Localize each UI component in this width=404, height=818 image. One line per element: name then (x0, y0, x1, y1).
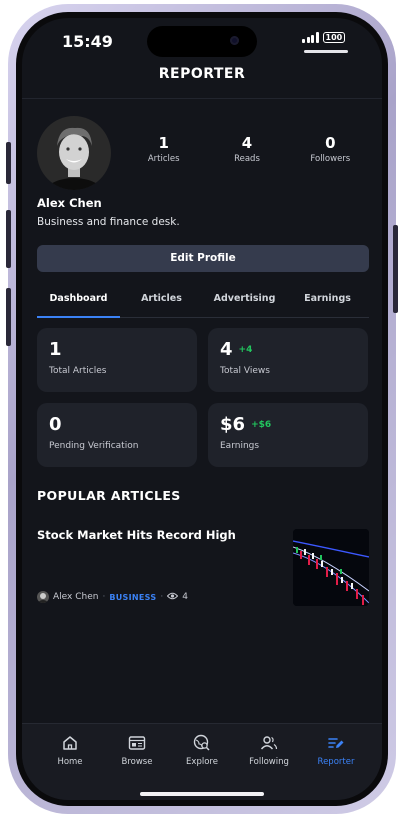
nav-label: Following (249, 757, 289, 767)
nav-following[interactable]: Following (233, 732, 305, 767)
card-label: Pending Verification (49, 441, 139, 451)
power-button (393, 225, 398, 313)
tab-dashboard[interactable]: Dashboard (37, 293, 120, 318)
dynamic-island (147, 26, 257, 57)
reporter-icon (300, 732, 372, 754)
volume-up-button (6, 210, 11, 268)
nav-reporter[interactable]: Reporter (300, 732, 372, 767)
avatar[interactable] (37, 116, 111, 190)
nav-browse[interactable]: Browse (101, 732, 173, 767)
stat-followers[interactable]: 0 Followers (289, 134, 372, 164)
status-time: 15:49 (62, 32, 113, 51)
status-indicators: 100 (302, 32, 346, 43)
following-icon (233, 732, 305, 754)
tab-advertising[interactable]: Advertising (203, 293, 286, 317)
card-delta: +$6 (251, 420, 272, 430)
volume-down-button (6, 288, 11, 346)
stat-card-pending-verification[interactable]: 0 Pending Verification (37, 403, 197, 467)
tab-bar: Dashboard Articles Advertising Earnings (37, 293, 369, 318)
card-delta: +4 (238, 345, 253, 355)
tab-earnings[interactable]: Earnings (286, 293, 369, 317)
page-title: REPORTER (158, 66, 246, 82)
article-meta: Alex Chen · BUSINESS · 4 (37, 591, 188, 603)
stat-label: Reads (234, 154, 260, 164)
nav-label: Home (57, 757, 83, 767)
stat-label: Followers (310, 154, 351, 164)
edit-profile-button[interactable]: Edit Profile (37, 245, 369, 272)
stock-chart-image (293, 529, 369, 606)
card-label: Total Articles (49, 366, 107, 376)
signal-icon (302, 32, 319, 43)
app-screen: 15:49 100 REPORTER 1 Articles 4 Reads 0 … (22, 18, 382, 800)
card-value: 4 (220, 339, 233, 360)
article-views: 4 (182, 592, 188, 602)
card-value: 1 (49, 339, 62, 360)
stat-label: Articles (147, 154, 180, 164)
article-title[interactable]: Stock Market Hits Record High (37, 528, 257, 543)
tab-articles[interactable]: Articles (120, 293, 203, 317)
nav-label: Reporter (317, 757, 355, 767)
explore-icon (166, 732, 238, 754)
stat-value: 1 (158, 134, 169, 152)
browse-icon (101, 732, 173, 754)
article-author[interactable]: Alex Chen (53, 592, 98, 602)
card-value: $6 (220, 414, 246, 435)
profile-bio: Business and finance desk. (37, 216, 180, 228)
article-category[interactable]: BUSINESS (109, 593, 156, 602)
profile-name: Alex Chen (37, 196, 102, 210)
stat-card-total-views[interactable]: 4 +4 Total Views (208, 328, 368, 392)
header-divider (22, 98, 382, 99)
action-button (6, 142, 11, 184)
stat-card-earnings[interactable]: $6 +$6 Earnings (208, 403, 368, 467)
stat-value: 0 (325, 134, 336, 152)
nav-label: Explore (186, 757, 218, 767)
home-icon (34, 732, 106, 754)
card-label: Total Views (220, 366, 270, 376)
profile-stats: 1 Articles 4 Reads 0 Followers (122, 134, 372, 164)
stat-reads[interactable]: 4 Reads (205, 134, 288, 164)
author-avatar (37, 591, 49, 603)
bottom-navigation: Home Browse Explore Following Reporter (22, 723, 382, 800)
avatar-photo (37, 116, 111, 190)
nav-label: Browse (121, 757, 153, 767)
nav-home[interactable]: Home (34, 732, 106, 767)
status-underline (304, 50, 348, 53)
card-label: Earnings (220, 441, 260, 451)
eye-icon (167, 592, 179, 603)
popular-articles-title: POPULAR ARTICLES (37, 488, 181, 503)
stat-card-total-articles[interactable]: 1 Total Articles (37, 328, 197, 392)
stat-articles[interactable]: 1 Articles (122, 134, 205, 164)
meta-separator: · (160, 592, 164, 602)
meta-separator: · (102, 592, 106, 602)
card-value: 0 (49, 414, 62, 435)
nav-explore[interactable]: Explore (166, 732, 238, 767)
home-indicator[interactable] (140, 792, 264, 796)
stat-value: 4 (241, 134, 253, 152)
battery-icon: 100 (322, 32, 346, 43)
article-thumbnail[interactable] (293, 529, 369, 606)
camera-icon (230, 36, 239, 45)
